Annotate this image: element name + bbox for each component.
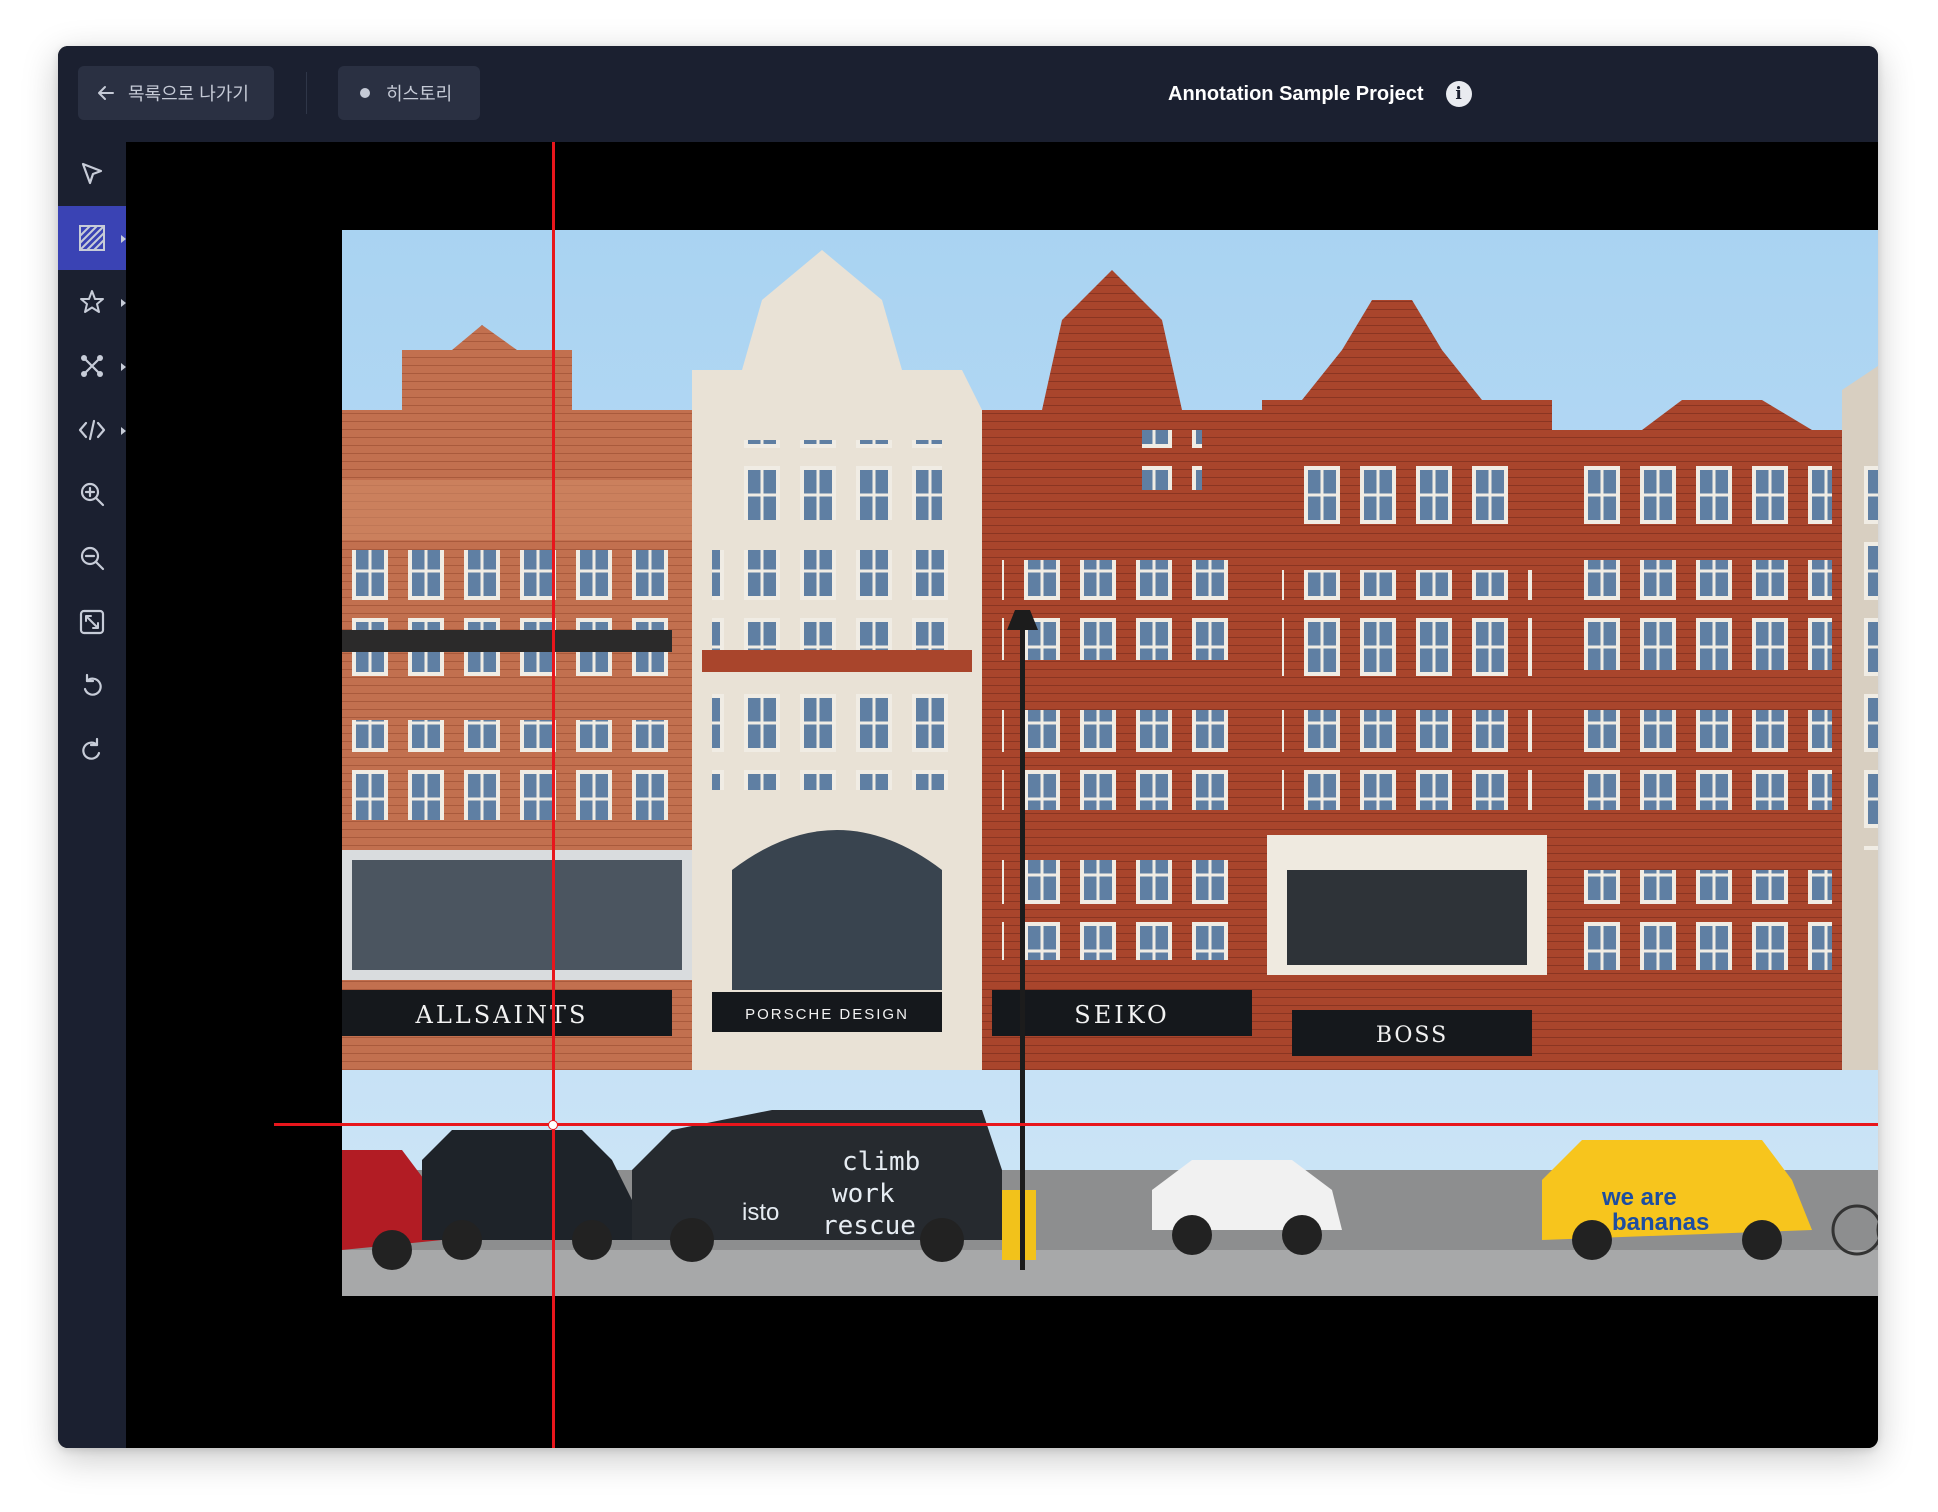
taxi-ad-text: we are [1601, 1184, 1677, 1211]
history-dot-icon [360, 88, 370, 98]
top-bar: 목록으로 나가기 히스토리 Annotation Sample Project … [58, 46, 1878, 142]
taxi-ad-text: bananas [1612, 1209, 1709, 1236]
tool-sidebar [58, 142, 126, 1448]
van-graphic-text: work [832, 1179, 895, 1209]
area-tool-button[interactable] [58, 206, 126, 270]
project-title: Annotation Sample Project [1168, 82, 1424, 105]
project-title-group: Annotation Sample Project i [1168, 46, 1472, 142]
crosshair-horizontal-line [274, 1123, 1878, 1126]
skeleton-icon [81, 355, 103, 377]
crosshair-vertical-line [552, 142, 555, 1448]
info-icon[interactable]: i [1445, 81, 1472, 107]
zoom-in-icon [80, 482, 105, 507]
select-tool-button[interactable] [58, 142, 126, 206]
code-icon [78, 419, 106, 441]
zoom-out-icon [80, 546, 105, 571]
storefront-sign: ALLSAINTS [415, 1001, 589, 1029]
van-graphic-text: rescue [822, 1211, 916, 1241]
cursor-arrow-icon [81, 162, 103, 185]
polygon-tool-button[interactable] [58, 270, 126, 334]
street-scene-image: ALLSAINTS PORSCHE DESIGN SEIKO BOSS clim… [342, 230, 1878, 1296]
storefront-sign: PORSCHE DESIGN [745, 1006, 909, 1023]
star-icon [80, 290, 104, 313]
storefront-sign: SEIKO [1074, 1001, 1169, 1029]
crosshair-center-point [548, 1120, 558, 1130]
code-tool-button[interactable] [58, 398, 126, 462]
history-button[interactable]: 히스토리 [338, 66, 480, 120]
annotation-canvas[interactable]: ALLSAINTS PORSCHE DESIGN SEIKO BOSS clim… [126, 142, 1878, 1448]
toolbar-divider [306, 72, 307, 114]
keypoint-tool-button[interactable] [58, 334, 126, 398]
van-graphic-text: climb [842, 1147, 920, 1177]
van-graphic-text: isto [742, 1199, 779, 1226]
zoom-out-tool-button[interactable] [58, 526, 126, 590]
history-label: 히스토리 [386, 84, 453, 104]
fit-screen-tool-button[interactable] [58, 590, 126, 654]
street-photo[interactable]: ALLSAINTS PORSCHE DESIGN SEIKO BOSS clim… [342, 230, 1878, 1296]
back-to-list-button[interactable]: 목록으로 나가기 [78, 66, 274, 120]
undo-tool-button[interactable] [58, 654, 126, 718]
redo-icon [82, 737, 101, 760]
hatched-box-icon [79, 225, 105, 251]
app-window: 목록으로 나가기 히스토리 Annotation Sample Project … [58, 46, 1878, 1448]
undo-icon [83, 673, 102, 696]
fit-screen-icon [79, 609, 105, 635]
arrow-left-icon [98, 86, 114, 100]
redo-tool-button[interactable] [58, 718, 126, 782]
zoom-in-tool-button[interactable] [58, 462, 126, 526]
back-to-list-label: 목록으로 나가기 [128, 84, 249, 104]
storefront-sign: BOSS [1376, 1023, 1448, 1048]
